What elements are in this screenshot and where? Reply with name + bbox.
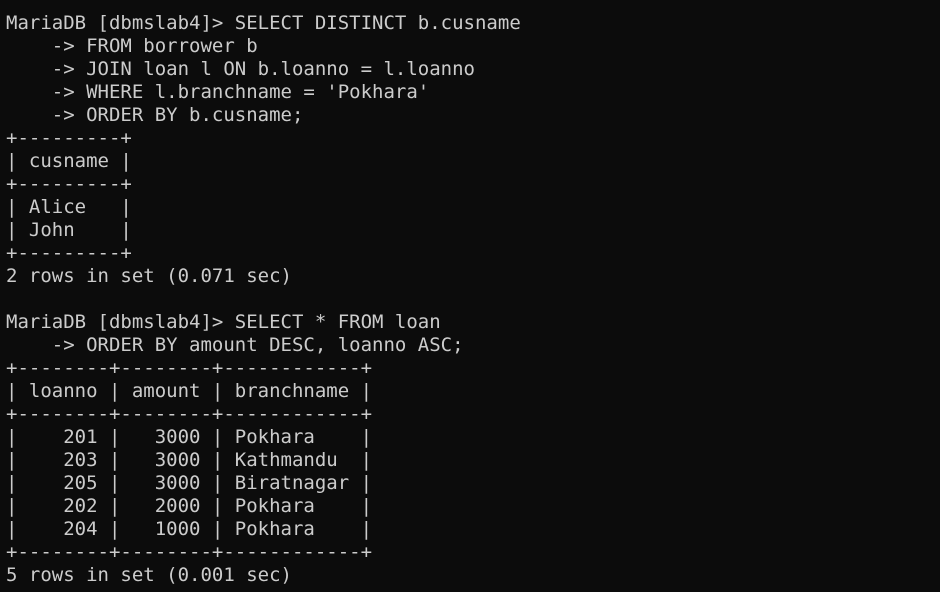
result1-table-border: +---------+ [6,127,132,149]
terminal-output[interactable]: MariaDB [dbmslab4]> SELECT DISTINCT b.cu… [0,0,940,592]
result2-table-row: | 204 | 1000 | Pokhara | [6,518,373,540]
result2-table-row: | 201 | 3000 | Pokhara | [6,426,373,448]
result2-table-border: +--------+--------+------------+ [6,403,373,425]
query1-prompt-line: MariaDB [dbmslab4]> SELECT DISTINCT b.cu… [6,12,521,34]
result1-table-row: | John | [6,219,132,241]
query1-continuation-line: -> JOIN loan l ON b.loanno = l.loanno [6,58,475,80]
result2-table-row: | 205 | 3000 | Biratnagar | [6,472,373,494]
result2-row-count: 5 rows in set (0.001 sec) [6,564,292,586]
result1-table-header: | cusname | [6,150,132,172]
result1-table-border: +---------+ [6,242,132,264]
result2-table-border: +--------+--------+------------+ [6,541,373,563]
result1-table-row: | Alice | [6,196,132,218]
query1-continuation-line: -> FROM borrower b [6,35,258,57]
result2-table-row: | 202 | 2000 | Pokhara | [6,495,373,517]
query2-prompt-line: MariaDB [dbmslab4]> SELECT * FROM loan [6,311,441,333]
query1-continuation-line: -> WHERE l.branchname = 'Pokhara' [6,81,430,103]
result1-row-count: 2 rows in set (0.071 sec) [6,265,292,287]
query2-continuation-line: -> ORDER BY amount DESC, loanno ASC; [6,334,464,356]
result2-table-row: | 203 | 3000 | Kathmandu | [6,449,373,471]
result2-table-border: +--------+--------+------------+ [6,357,373,379]
result1-table-border: +---------+ [6,173,132,195]
query1-continuation-line: -> ORDER BY b.cusname; [6,104,304,126]
result2-table-header: | loanno | amount | branchname | [6,380,373,402]
